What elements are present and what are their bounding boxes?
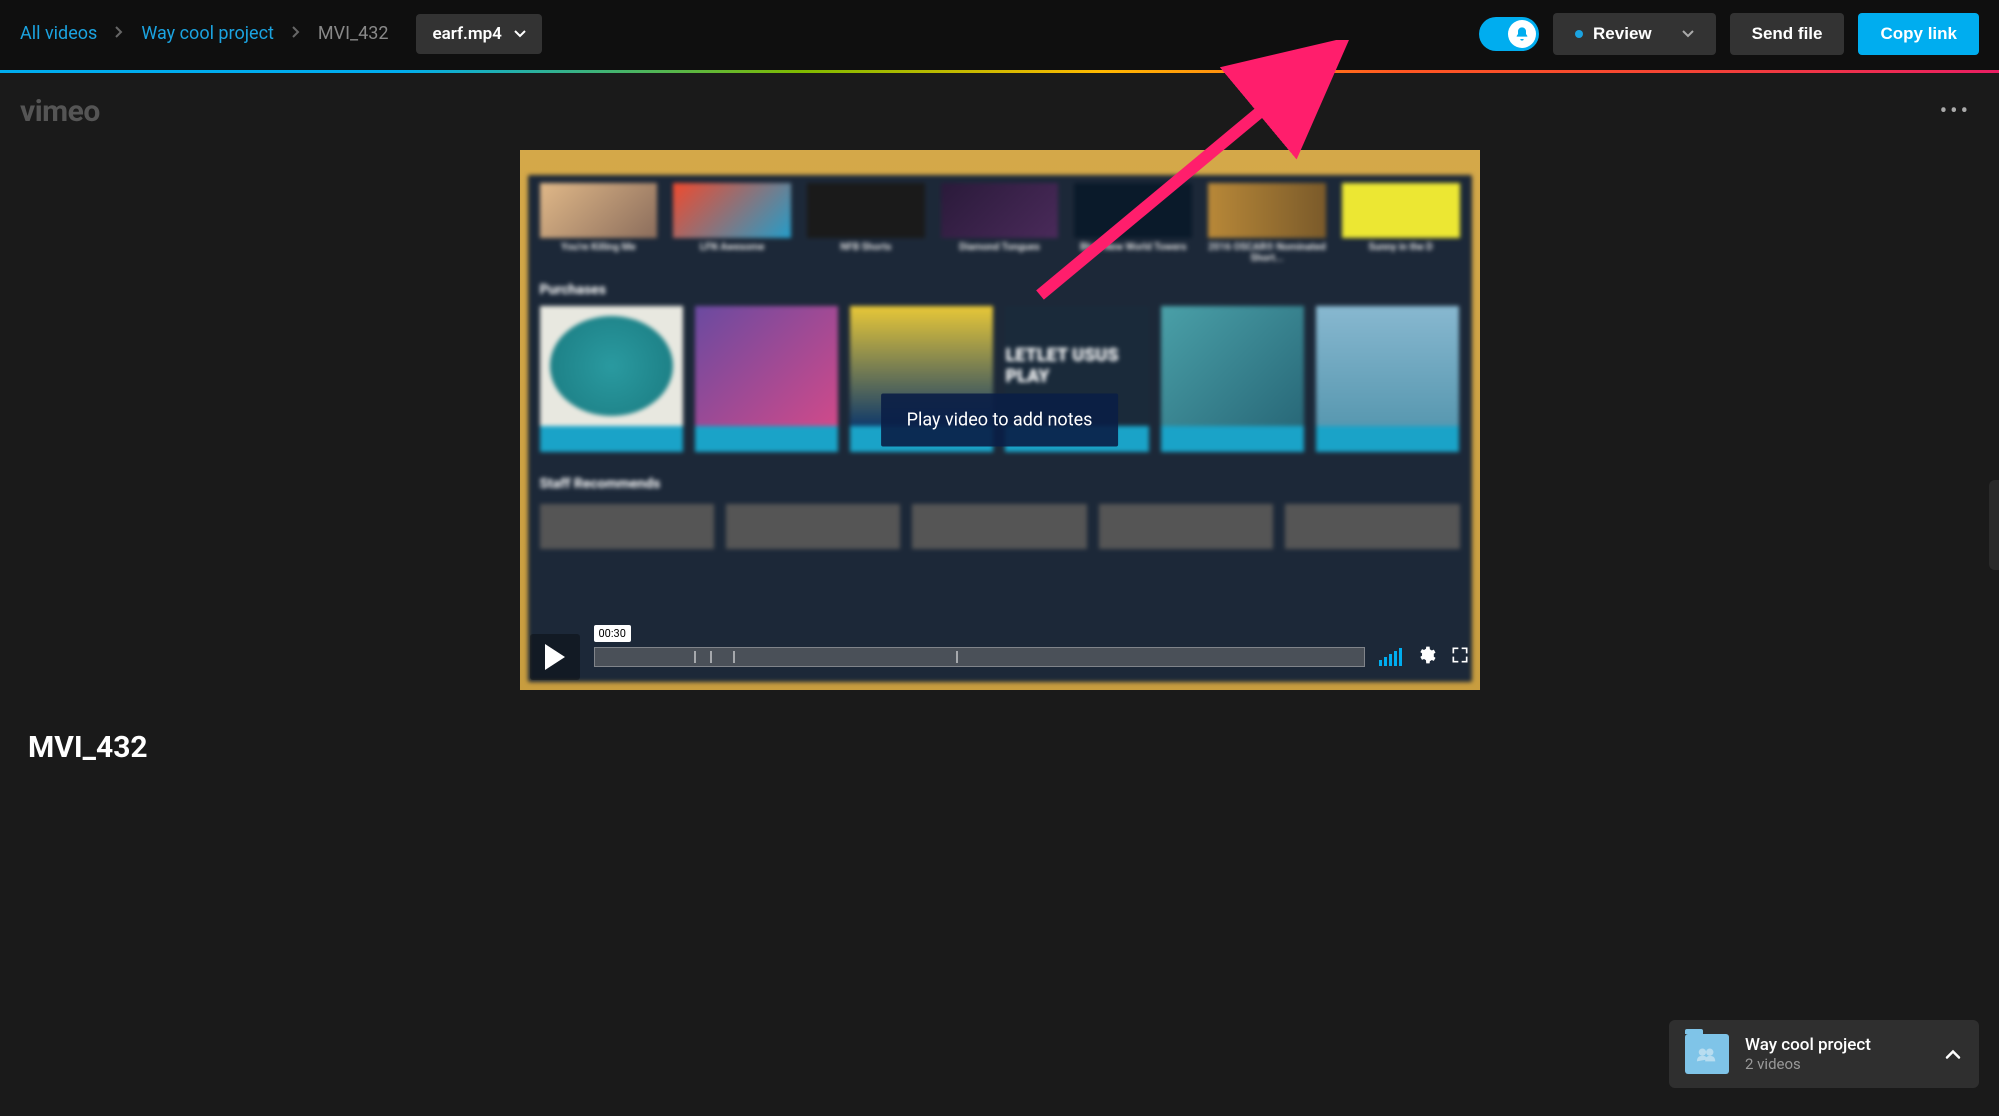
breadcrumb-root[interactable]: All videos	[20, 23, 97, 44]
logo-row: vimeo •••	[0, 73, 1999, 140]
chevron-down-icon	[1682, 30, 1694, 38]
file-dropdown-label: earf.mp4	[432, 24, 501, 44]
volume-control[interactable]	[1379, 648, 1402, 666]
send-file-label: Send file	[1752, 24, 1823, 44]
vimeo-logo: vimeo	[20, 94, 100, 129]
project-card[interactable]: Way cool project 2 videos	[1669, 1020, 1979, 1088]
file-dropdown[interactable]: earf.mp4	[416, 14, 541, 54]
breadcrumb: All videos Way cool project MVI_432 earf…	[20, 14, 542, 54]
player-controls: 00:30	[530, 634, 1470, 680]
gear-icon	[1416, 645, 1436, 665]
project-info: Way cool project 2 videos	[1745, 1035, 1871, 1073]
bell-icon	[1508, 20, 1536, 48]
breadcrumb-current: MVI_432	[318, 23, 389, 44]
settings-button[interactable]	[1416, 645, 1436, 669]
status-dot-icon	[1575, 30, 1583, 38]
progress-bar[interactable]	[594, 647, 1365, 667]
fullscreen-icon	[1450, 645, 1470, 665]
breadcrumb-project[interactable]: Way cool project	[141, 23, 274, 44]
notifications-toggle[interactable]	[1479, 17, 1539, 51]
review-label: Review	[1593, 24, 1652, 44]
side-panel-tab[interactable]	[1989, 480, 1999, 570]
video-area: You're Killing Me LFN Awesome NFB Shorts…	[0, 140, 1999, 710]
bottom-section: MVI_432	[0, 710, 1999, 785]
chevron-right-icon	[115, 26, 123, 42]
play-hint-overlay: Play video to add notes	[881, 394, 1119, 447]
copy-link-label: Copy link	[1880, 24, 1957, 44]
play-icon	[543, 644, 567, 670]
progress-wrap: 00:30	[594, 647, 1365, 667]
chevron-up-icon	[1945, 1045, 1961, 1064]
video-frame[interactable]: You're Killing Me LFN Awesome NFB Shorts…	[520, 150, 1480, 690]
project-name: Way cool project	[1745, 1035, 1871, 1055]
play-button[interactable]	[530, 634, 580, 680]
video-title: MVI_432	[28, 730, 148, 765]
project-count: 2 videos	[1745, 1055, 1871, 1073]
chevron-right-icon	[292, 26, 300, 42]
topbar: All videos Way cool project MVI_432 earf…	[0, 0, 1999, 70]
topbar-right: Review Send file Copy link	[1479, 13, 1979, 55]
folder-icon	[1685, 1034, 1729, 1074]
more-options-button[interactable]: •••	[1932, 91, 1979, 132]
review-dropdown[interactable]: Review	[1553, 13, 1716, 55]
fullscreen-button[interactable]	[1450, 645, 1470, 669]
chevron-down-icon	[514, 30, 526, 38]
send-file-button[interactable]: Send file	[1730, 13, 1845, 55]
time-badge: 00:30	[594, 625, 631, 642]
copy-link-button[interactable]: Copy link	[1858, 13, 1979, 55]
